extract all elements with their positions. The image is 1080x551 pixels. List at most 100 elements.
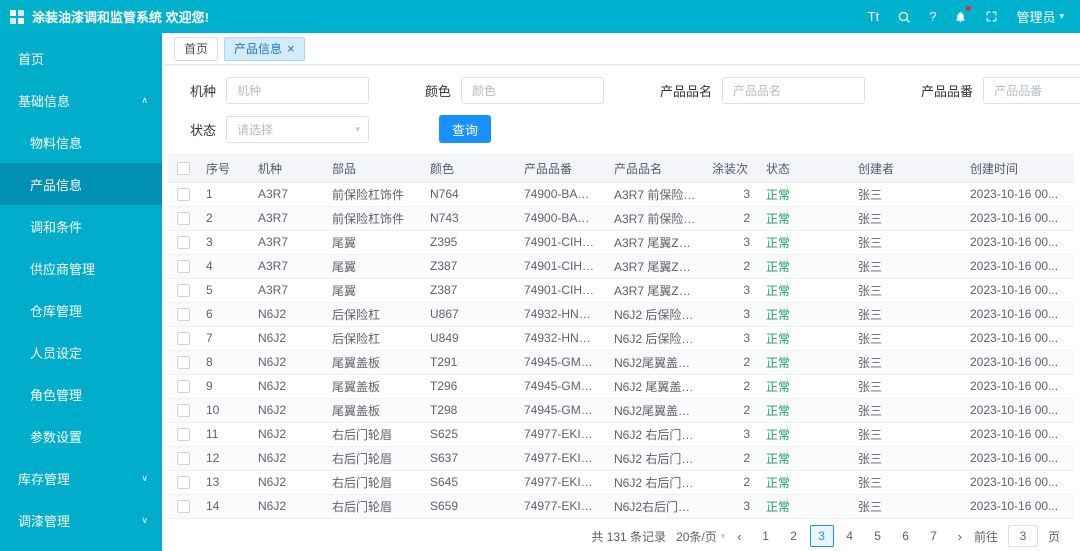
sidebar-item[interactable]: 参数设置	[0, 415, 162, 457]
sidebar-item-label: 参数设置	[30, 429, 83, 445]
sidebar-item[interactable]: 产品信息	[0, 163, 162, 205]
cell: N6J2	[250, 302, 324, 327]
column-header[interactable]: 创建者	[850, 155, 962, 183]
row-checkbox[interactable]	[176, 188, 190, 202]
column-header[interactable]: 涂装次	[704, 155, 758, 183]
table-row[interactable]: 11 N6J2 右后门轮眉 S625 74977-EKIJM0... N6J2 右后门轮.…	[168, 422, 1074, 447]
page-button[interactable]: 4	[838, 525, 862, 547]
search-icon[interactable]	[897, 8, 911, 26]
search-text-input[interactable]	[226, 77, 370, 104]
table-row[interactable]: 9 N6J2 尾翼盖板 T296 74945-GMLO0... N6J2 尾翼盖板... 2…	[168, 374, 1074, 399]
help-icon[interactable]: ?	[929, 8, 936, 26]
row-checkbox[interactable]	[176, 308, 190, 322]
page-button[interactable]: 7	[922, 525, 946, 547]
cell: 2	[198, 206, 250, 231]
row-checkbox[interactable]	[176, 404, 190, 418]
table-row[interactable]: 14 N6J2 右后门轮眉 S659 74977-EKIJM0... N6J2右后门轮..…	[168, 494, 1074, 519]
close-icon[interactable]: ×	[287, 42, 295, 55]
sidebar-item[interactable]: 调和条件	[0, 205, 162, 247]
cell: 后保险杠	[324, 302, 422, 327]
row-checkbox[interactable]	[176, 452, 190, 466]
select-all-checkbox[interactable]	[176, 162, 190, 176]
table-row[interactable]: 4 A3R7 尾翼 Z387 74901-CIHK00... A3R7 尾翼Z387...…	[168, 254, 1074, 279]
status-select[interactable]: 请选择 ▾	[226, 115, 370, 143]
sidebar-item[interactable]: 供应商管理	[0, 247, 162, 289]
goto-page-input[interactable]	[1007, 525, 1038, 547]
table-row[interactable]: 2A3R7前保险杠饰件N74374900-BAHG00...A3R7 前保险杠.…	[168, 206, 1074, 231]
cell: N6J2 右后门轮...	[606, 422, 704, 447]
page-size-select[interactable]: 20条/页 ▾	[676, 528, 725, 545]
next-page-button[interactable]: ›	[956, 529, 964, 544]
user-menu[interactable]: 管理员 ▾	[1016, 7, 1064, 26]
column-header[interactable]: 机种	[250, 155, 324, 183]
page-button[interactable]: 5	[866, 525, 890, 547]
column-header[interactable]: 创建时间	[962, 155, 1074, 183]
notification-icon[interactable]	[954, 5, 972, 26]
page-button[interactable]: 3	[809, 525, 834, 547]
table-row[interactable]: 8 N6J2 尾翼盖板 T291 74945-GMLO0... N6J2尾翼盖板... 2 正…	[168, 350, 1074, 375]
form-item: 产品品名	[660, 77, 866, 104]
table-row[interactable]: 7 N6J2 后保险杠 U849 74932-HNMP0... N6J2 后保险杠... 3…	[168, 326, 1074, 351]
query-button[interactable]: 查询	[439, 115, 492, 143]
search-text-input[interactable]	[983, 77, 1080, 104]
page-button[interactable]: 1	[754, 525, 778, 547]
column-header[interactable]: 状态	[758, 155, 850, 183]
row-checkbox[interactable]	[176, 212, 190, 226]
fullscreen-icon[interactable]	[985, 8, 998, 26]
row-checkbox[interactable]	[176, 428, 190, 442]
sidebar-item[interactable]: 调漆管理 ∨	[0, 499, 162, 541]
sidebar-item[interactable]: 人员设定	[0, 331, 162, 373]
cell: 2023-10-16 00...	[962, 446, 1074, 471]
table-row[interactable]: 12 N6J2 右后门轮眉 S637 74977-EKIJM0... N6J2 右后门轮.…	[168, 446, 1074, 471]
sidebar-item[interactable]: 物料信息	[0, 121, 162, 163]
row-checkbox[interactable]	[176, 380, 190, 394]
chevron-down-icon: ▾	[355, 123, 361, 134]
cell: S637	[422, 446, 516, 471]
column-header[interactable]: 颜色	[422, 155, 516, 183]
cell: N6J2 后保险杠...	[606, 302, 704, 327]
column-header[interactable]: 产品品名	[606, 155, 704, 183]
table-row[interactable]: 5 A3R7 尾翼 Z387 74901-CIHK00... A3R7 尾翼Z387...…	[168, 278, 1074, 303]
column-header[interactable]: 产品品番	[516, 155, 606, 183]
status-badge: 正常	[766, 499, 791, 514]
sidebar-item[interactable]: 首页	[0, 37, 162, 79]
table-row[interactable]: 6 N6J2 后保险杠 U867 74932-HNMP0... N6J2 后保险杠... 3…	[168, 302, 1074, 327]
cell: 8	[198, 350, 250, 375]
row-checkbox[interactable]	[176, 332, 190, 346]
row-checkbox[interactable]	[176, 476, 190, 490]
tab[interactable]: 首页	[174, 36, 219, 61]
row-checkbox[interactable]	[176, 500, 190, 514]
row-checkbox-cell	[168, 398, 198, 423]
column-header[interactable]: 部品	[324, 155, 422, 183]
search-row-2: 状态 请选择 ▾ 查询	[190, 115, 1066, 143]
table-row[interactable]: 10 N6J2 尾翼盖板 T298 74945-GMLO0... N6J2尾翼盖板... 2…	[168, 398, 1074, 423]
search-text-input[interactable]	[461, 77, 605, 104]
row-checkbox-cell	[168, 254, 198, 279]
page-size-value: 20条/页	[676, 529, 717, 544]
cell: 7	[198, 326, 250, 351]
page-button[interactable]: 6	[894, 525, 918, 547]
row-checkbox[interactable]	[176, 236, 190, 250]
sidebar-item[interactable]: 角色管理	[0, 373, 162, 415]
sidebar-item[interactable]: 仓库管理	[0, 289, 162, 331]
row-checkbox[interactable]	[176, 260, 190, 274]
table-row[interactable]: 3 A3R7 尾翼 Z395 74901-CIHK00... A3R7 尾翼Z395...…	[168, 230, 1074, 255]
column-header[interactable]: 序号	[198, 155, 250, 183]
row-checkbox[interactable]	[176, 284, 190, 298]
search-text-input[interactable]	[722, 77, 866, 104]
row-checkbox-cell	[168, 182, 198, 207]
row-checkbox-cell	[168, 494, 198, 519]
cell: 尾翼盖板	[324, 350, 422, 375]
page-button[interactable]: 2	[782, 525, 806, 547]
table-row[interactable]: 1A3R7前保险杠饰件N76474900-BAHG00...A3R7 前保险杠.…	[168, 182, 1074, 207]
sidebar-item[interactable]: 库存管理 ∨	[0, 457, 162, 499]
sidebar-item[interactable]: 基础信息 ∧	[0, 79, 162, 121]
cell: 后保险杠	[324, 326, 422, 351]
tab[interactable]: 产品信息 ×	[224, 36, 305, 61]
cell: 正常	[758, 422, 850, 447]
status-badge: 正常	[766, 475, 791, 490]
prev-page-button[interactable]: ‹	[735, 529, 743, 544]
table-row[interactable]: 13 N6J2 右后门轮眉 S645 74977-EKIJM0... N6J2 右后门轮.…	[168, 470, 1074, 495]
font-size-icon[interactable]: Tt	[868, 8, 880, 26]
row-checkbox[interactable]	[176, 356, 190, 370]
